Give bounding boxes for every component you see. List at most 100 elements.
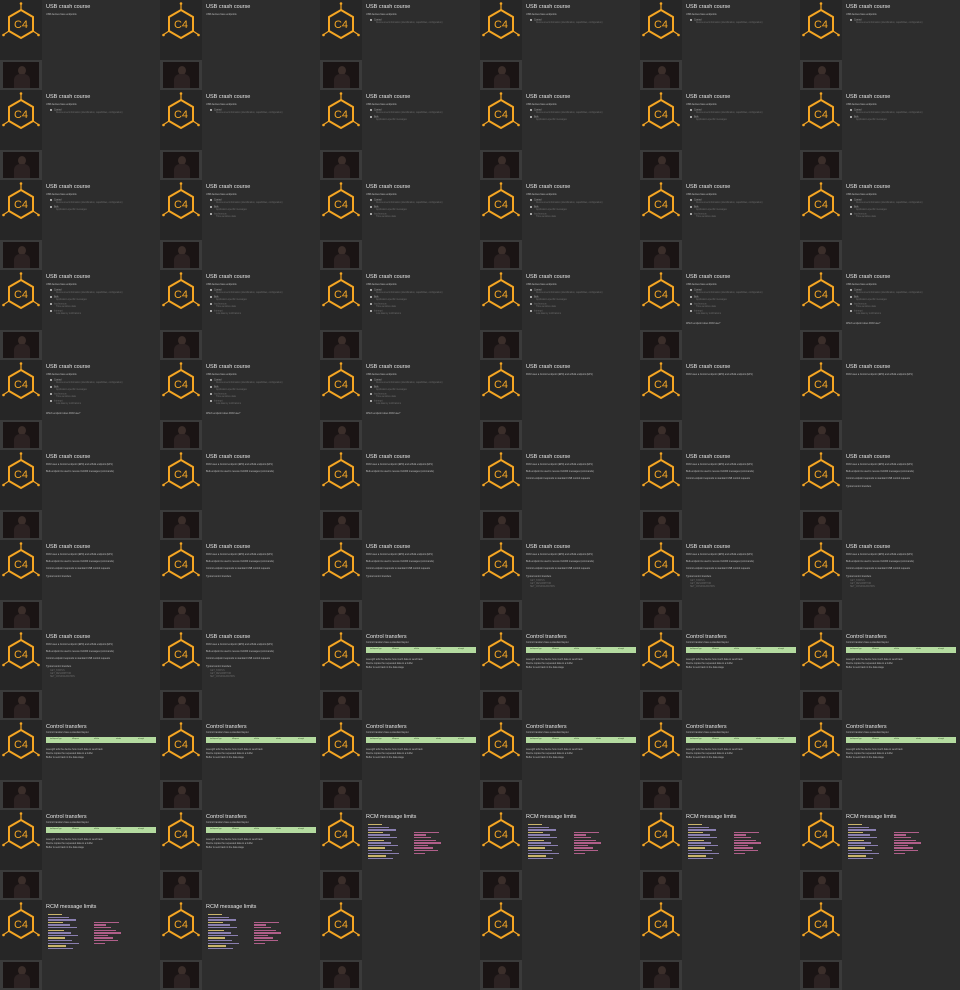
presenter-camera-icon <box>323 152 359 178</box>
slide-content: USB crash course RCM uses a Control endpo… <box>362 540 480 630</box>
svg-text:C4: C4 <box>494 919 508 931</box>
bullet-dot-icon <box>210 379 212 381</box>
code-line <box>254 940 278 942</box>
video-frame: C4 USB crash course USB devices have endpo… <box>160 180 320 270</box>
setup-field-label: bmRequestType <box>210 739 222 740</box>
slide-intro: Control transfers have a standard layout <box>46 821 89 824</box>
code-line <box>574 842 601 844</box>
control-note: Device copies the requested data to a bu… <box>846 752 893 755</box>
bullet-subtext: Time-sensitive data <box>376 306 396 308</box>
control-note: Buffer is sent back in the data stage <box>686 666 724 669</box>
transfer-type-item: SET_CONFIGURATION <box>690 586 715 588</box>
code-line <box>894 842 921 844</box>
setup-field-label: bRequest <box>872 739 879 740</box>
presenter-body <box>494 164 510 178</box>
presenter-body <box>654 434 670 448</box>
slide-intro: USB devices have endpoints <box>846 283 877 286</box>
bullet-subtext: Device-level information (identification… <box>376 202 443 204</box>
side-panel: C4 <box>640 90 682 180</box>
slide-intro: USB devices have endpoints <box>206 103 237 106</box>
slide-title: Control transfers <box>206 814 247 820</box>
control-note: Device copies the requested data to a bu… <box>46 842 93 845</box>
transfer-type-item: GET_STATUS <box>850 580 865 582</box>
code-line <box>208 914 222 916</box>
transfer-type-item: GET_STATUS <box>530 580 545 582</box>
transfer-type-item: GET_DESCRIPTOR <box>690 583 712 585</box>
presenter-camera-icon <box>163 422 199 448</box>
video-frame: C4 USB crash course RCM uses a Control end… <box>320 450 480 540</box>
presenter-body <box>334 974 350 988</box>
bullet-subtext: Time-sensitive data <box>216 306 236 308</box>
bullet-subtext: Application-specific messages <box>376 389 407 391</box>
svg-text:C4: C4 <box>654 739 668 751</box>
presenter-camera-icon <box>483 782 519 808</box>
video-frame: C4 RCM message limits <box>480 810 640 900</box>
c4-hexagon-logo-icon: C4 <box>642 362 680 400</box>
bullet-subtext: Application-specific messages <box>696 119 727 121</box>
slide-content: USB crash course RCM uses a Control endpo… <box>362 450 480 540</box>
bullet-dot-icon <box>690 109 692 111</box>
c4-hexagon-logo-icon: C4 <box>322 722 360 760</box>
slide-content: Control transfers Control transfers have … <box>682 630 800 720</box>
video-frame: C4 Control transfers Control transfers hav… <box>320 720 480 810</box>
setup-field-label: wLength <box>778 739 785 740</box>
slide-rcm-line: RCM uses a Control endpoint (EP0) and a … <box>526 553 593 556</box>
presenter-camera-icon <box>803 152 839 178</box>
slide-intro: Control transfers have a standard layout <box>366 731 409 734</box>
bullet-subtext: Low-latency notifications <box>56 403 82 405</box>
code-line <box>368 831 383 834</box>
svg-text:C4: C4 <box>14 469 28 481</box>
presenter-camera-icon <box>3 512 39 538</box>
side-panel: C4 <box>160 360 202 450</box>
c4-hexagon-logo-icon: C4 <box>322 92 360 130</box>
svg-text:C4: C4 <box>334 559 348 571</box>
slide-content: USB crash course USB devices have endpoin… <box>522 180 640 270</box>
slide-content: USB crash course RCM uses a Control endpo… <box>842 540 960 630</box>
slide-title: USB crash course <box>46 544 91 550</box>
code-line <box>848 852 879 854</box>
side-panel: C4 <box>480 720 522 810</box>
control-note: Buffer is sent back in the data stage <box>526 756 564 759</box>
bullet-dot-icon <box>370 310 372 312</box>
svg-text:C4: C4 <box>174 829 188 841</box>
side-panel: C4 <box>640 0 682 90</box>
presenter-body <box>654 344 670 358</box>
c4-hexagon-logo-icon: C4 <box>2 182 40 220</box>
presenter-body <box>654 164 670 178</box>
c4-hexagon-logo-icon: C4 <box>642 182 680 220</box>
code-line <box>368 824 382 826</box>
presenter-body <box>174 164 190 178</box>
bullet-dot-icon <box>210 400 212 402</box>
code-line <box>254 937 273 939</box>
svg-text:C4: C4 <box>14 199 28 211</box>
code-line <box>254 924 266 926</box>
slide-title: USB crash course <box>686 4 731 10</box>
code-line <box>528 837 557 839</box>
side-panel: C4 <box>640 720 682 810</box>
c4-hexagon-logo-icon: C4 <box>2 272 40 310</box>
c4-hexagon-logo-icon: C4 <box>482 362 520 400</box>
slide-content: USB crash course USB devices have endpoin… <box>682 0 800 90</box>
svg-text:C4: C4 <box>174 649 188 661</box>
c4-hexagon-logo-icon: C4 <box>642 722 680 760</box>
slide-bulk-line: Bulk endpoint is used to receive 0x1000 … <box>46 470 114 473</box>
slide-title: RCM message limits <box>206 904 257 910</box>
video-frame: C4 USB crash course RCM uses a Control end… <box>800 450 960 540</box>
code-line <box>528 850 552 852</box>
control-note: wLength tells the device how much data t… <box>526 748 583 751</box>
code-line <box>208 934 238 937</box>
presenter-camera-icon <box>643 242 679 268</box>
code-line <box>734 834 746 836</box>
bullet-subtext: Application-specific messages <box>536 119 567 121</box>
code-line <box>368 847 385 849</box>
bullet-subtext: Device-level information (identification… <box>536 112 603 114</box>
c4-hexagon-logo-icon: C4 <box>802 632 840 670</box>
code-line <box>368 839 384 841</box>
presenter-body <box>14 974 30 988</box>
slide-content: USB crash course RCM uses a Control endpo… <box>682 540 800 630</box>
slide-control-line: Control endpoint responds to standard US… <box>526 567 590 570</box>
presenter-camera-icon <box>163 62 199 88</box>
slide-title: USB crash course <box>846 184 891 190</box>
slide-content: USB crash course RCM uses a Control endpo… <box>682 360 800 450</box>
slide-intro: Control transfers have a standard layout <box>366 641 409 644</box>
